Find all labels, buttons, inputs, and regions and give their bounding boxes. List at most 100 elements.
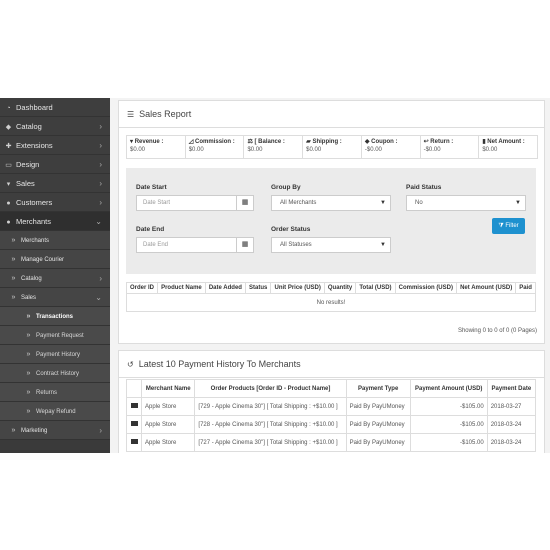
chart-icon: ◿ [188, 139, 194, 145]
column-header[interactable]: Merchant Name [140, 379, 196, 398]
payment-amount-cell: -$105.00 [409, 433, 488, 452]
sidebar-item-merchants[interactable]: » Merchants [0, 231, 110, 250]
sidebar-item-label: Sales [21, 295, 37, 301]
expand-column-header [126, 379, 142, 398]
column-header[interactable]: Paid [515, 282, 536, 294]
paid-status-select[interactable]: No ▼ [406, 195, 526, 211]
stat-item: ◿ Commission : $0.00 [186, 136, 245, 158]
chevron-double-right-icon: » [26, 332, 31, 339]
filter-form: Date Start Date Start ▦ Group By All Merc… [126, 168, 536, 274]
tag-icon: ◆ [364, 139, 370, 145]
payment-amount-cell: -$105.00 [409, 397, 488, 416]
stat-label: ◆ Coupon : [365, 138, 417, 145]
row-toggle[interactable] [126, 433, 142, 452]
sidebar-item-design[interactable]: ▭ Design › [0, 155, 110, 174]
chevron-double-right-icon: » [11, 275, 16, 282]
order-status-value: All Statuses [280, 242, 312, 248]
column-header[interactable]: Date Added [204, 282, 247, 294]
calendar-icon[interactable]: ▦ [236, 196, 253, 210]
chevron-double-right-icon: » [11, 294, 16, 301]
date-start-input[interactable]: Date Start ▦ [136, 195, 254, 211]
chevron-double-right-icon: » [26, 351, 31, 358]
calendar-icon[interactable]: ▦ [236, 238, 253, 252]
stat-label: ↩ Return : [424, 138, 476, 145]
sales-table: Order ID Product Name Date Added Status Unit… [125, 282, 536, 312]
paid-status-value: No [415, 200, 423, 206]
column-header[interactable]: Payment Date [486, 379, 537, 398]
stat-value: -$0.00 [364, 147, 382, 153]
sales-report-panel: ☰ Sales Report ▾ Revenue : $0.00 ◿ Commissi… [118, 100, 545, 344]
tag-icon: ◆ [5, 124, 12, 131]
sidebar-item-wepay-refund[interactable]: » Wepay Refund [0, 402, 110, 421]
sidebar-item-sales[interactable]: » Sales ⌄ [0, 288, 110, 307]
column-header[interactable]: Payment Amount (USD) [409, 379, 488, 398]
payment-history-title: Latest 10 Payment History To Merchants [138, 359, 301, 369]
row-toggle[interactable] [126, 415, 142, 434]
sidebar: ◔ Dashboard ◆ Catalog › ✚ Extensions › ▭ Design › ▾… [0, 98, 110, 453]
filter-icon: ⧩ [498, 223, 504, 229]
minus-square-icon[interactable] [130, 439, 138, 444]
sales-report-title: Sales Report [139, 109, 192, 119]
sidebar-item-label: Transactions [36, 314, 74, 320]
group-by-label: Group By [271, 184, 301, 191]
payment-type-cell: Paid By PayUMoney [345, 415, 411, 434]
truck-icon: ▰ [306, 139, 311, 145]
column-header[interactable]: Unit Price (USD) [270, 282, 325, 294]
filter-button[interactable]: ⧩ Filter [492, 218, 525, 234]
sidebar-item-label: Catalog [16, 122, 42, 131]
sidebar-item-dashboard[interactable]: ◔ Dashboard [0, 98, 110, 117]
stat-label-text: [ Balance : [254, 139, 285, 145]
column-header[interactable]: Total (USD) [355, 282, 396, 294]
sidebar-item-sales[interactable]: ▾ Sales › [0, 174, 110, 193]
stat-value: $0.00 [306, 147, 322, 153]
payment-history-table: Merchant Name Order Products [Order ID - … [126, 379, 537, 452]
order-status-select[interactable]: All Statuses ▼ [271, 237, 391, 253]
merchant-name-cell: Apple Store [140, 433, 196, 452]
date-start-placeholder: Date Start [143, 200, 171, 206]
sidebar-item-payment-history[interactable]: » Payment History [0, 345, 110, 364]
sidebar-item-catalog[interactable]: ◆ Catalog › [0, 117, 110, 136]
date-start-label: Date Start [136, 184, 167, 191]
column-header[interactable]: Quantity [323, 282, 357, 294]
sidebar-item-label: Wepay Refund [36, 409, 76, 415]
column-header[interactable]: Net Amount (USD) [455, 282, 517, 294]
minus-square-icon[interactable] [130, 421, 138, 426]
stat-item: ◆ Coupon : -$0.00 [362, 136, 421, 158]
table-row: No results! [126, 293, 536, 312]
column-header[interactable]: Product Name [157, 282, 206, 294]
minus-square-icon[interactable] [130, 403, 138, 408]
sidebar-item-extensions[interactable]: ✚ Extensions › [0, 136, 110, 155]
sidebar-item-label: Extensions [16, 141, 53, 150]
chevron-icon: › [99, 179, 102, 188]
balance-icon: ⚖ [247, 139, 253, 145]
sidebar-item-label: Marketing [21, 428, 48, 434]
payment-date-cell: 2018-03-24 [486, 433, 537, 452]
group-by-select[interactable]: All Merchants ▼ [271, 195, 391, 211]
sidebar-item-merchants[interactable]: ● Merchants ⌄ [0, 212, 110, 231]
sidebar-item-label: Manage Courier [21, 257, 65, 263]
payment-amount-cell: -$105.00 [409, 415, 488, 434]
date-end-input[interactable]: Date End ▦ [136, 237, 254, 253]
sidebar-item-returns[interactable]: » Returns [0, 383, 110, 402]
monitor-icon: ▭ [5, 162, 12, 169]
sidebar-item-payment-request[interactable]: » Payment Request [0, 326, 110, 345]
column-header[interactable]: Order ID [125, 282, 159, 294]
sidebar-item-marketing[interactable]: » Marketing › [0, 421, 110, 440]
chevron-double-right-icon: » [11, 427, 16, 434]
sidebar-item-label: Merchants [16, 217, 52, 226]
sidebar-item-manage-courier[interactable]: » Manage Courier [0, 250, 110, 269]
column-header[interactable]: Commission (USD) [394, 282, 457, 294]
stat-label-text: Revenue : [134, 139, 164, 145]
column-header[interactable]: Order Products [Order ID - Product Name] [194, 379, 347, 398]
app-window: ◔ Dashboard ◆ Catalog › ✚ Extensions › ▭ Design › ▾… [0, 98, 550, 453]
row-toggle[interactable] [126, 397, 142, 416]
payment-history-panel: ↺ Latest 10 Payment History To Merchants … [118, 350, 545, 453]
date-end-placeholder: Date End [143, 242, 169, 248]
sidebar-item-transactions[interactable]: » Transactions [0, 307, 110, 326]
sidebar-item-catalog[interactable]: » Catalog › [0, 269, 110, 288]
sidebar-item-customers[interactable]: ● Customers › [0, 193, 110, 212]
order-products-cell: [728 - Apple Cinema 30"] [ Total Shippin… [194, 415, 347, 434]
sidebar-item-contract-history[interactable]: » Contract History [0, 364, 110, 383]
column-header[interactable]: Status [245, 282, 272, 294]
column-header[interactable]: Payment Type [345, 379, 411, 398]
